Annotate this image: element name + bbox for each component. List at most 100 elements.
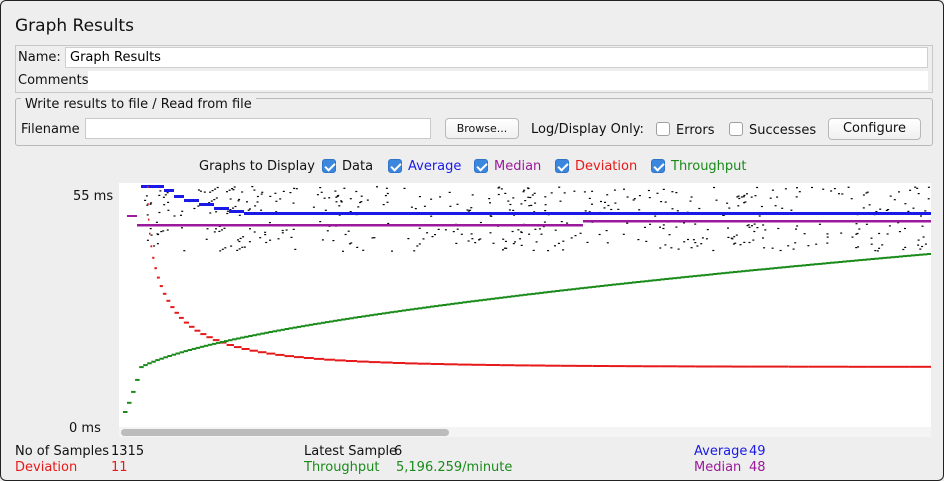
throughput-line-segment <box>801 264 807 267</box>
data-point <box>898 231 901 233</box>
comments-field[interactable] <box>88 71 928 90</box>
data-point <box>181 227 183 229</box>
throughput-checkbox[interactable] <box>651 159 665 173</box>
throughput-line-segment <box>716 272 722 275</box>
throughput-line-segment <box>692 275 698 278</box>
data-point <box>744 201 747 203</box>
data-point <box>512 197 515 199</box>
deviation-line-segment <box>592 365 610 367</box>
throughput-line-segment <box>660 278 665 281</box>
throughput-line-segment <box>405 308 411 311</box>
data-point <box>689 200 692 202</box>
throughput-line-segment <box>632 281 637 284</box>
average-line-segment <box>199 203 214 206</box>
throughput-line-segment <box>401 309 407 312</box>
data-point <box>917 239 920 241</box>
deviation-line-segment <box>500 364 515 367</box>
throughput-line-segment <box>809 263 815 266</box>
deviation-line-segment <box>257 351 267 354</box>
throughput-line-segment <box>341 318 346 321</box>
data-point <box>156 243 159 245</box>
data-point <box>694 223 697 225</box>
throughput-line-segment <box>434 305 439 308</box>
data-point <box>815 243 818 245</box>
data-point <box>215 197 218 199</box>
data-point <box>155 221 158 223</box>
data-point <box>197 189 200 191</box>
throughput-line-segment <box>244 335 249 338</box>
throughput-line-segment <box>474 299 479 302</box>
data-point <box>675 192 678 194</box>
data-point <box>260 193 263 195</box>
data-point <box>489 215 492 217</box>
filename-input[interactable] <box>85 118 431 139</box>
data-point <box>740 196 743 198</box>
deviation-line-segment <box>713 365 732 368</box>
data-point <box>734 242 737 244</box>
data-point <box>530 204 533 206</box>
data-point <box>238 198 241 201</box>
data-point <box>807 245 810 247</box>
throughput-line-segment <box>175 352 180 355</box>
data-point <box>183 250 186 252</box>
data-point <box>858 228 861 230</box>
data-point <box>371 237 374 239</box>
data-point <box>921 245 924 248</box>
deviation-line-segment <box>485 364 500 366</box>
name-field[interactable] <box>65 47 928 68</box>
data-point <box>562 240 565 242</box>
data-point <box>467 240 470 242</box>
data-point <box>656 192 659 194</box>
deviation-line-segment <box>731 365 751 368</box>
throughput-line-segment <box>167 355 172 357</box>
data-point <box>840 232 843 234</box>
data-point <box>584 210 587 212</box>
throughput-line-segment <box>288 327 294 330</box>
deviation-line-segment <box>206 336 213 339</box>
data-point <box>676 210 679 212</box>
throughput-line-segment <box>886 256 892 259</box>
throughput-line-segment <box>304 324 310 327</box>
throughput-line-segment <box>514 294 520 297</box>
average-checkbox[interactable] <box>388 159 402 173</box>
data-point <box>647 189 650 192</box>
browse-button[interactable]: Browse... <box>445 118 519 139</box>
data-point <box>830 190 833 192</box>
data-point <box>517 229 520 231</box>
throughput-line-segment <box>813 263 819 266</box>
data-point <box>224 247 227 249</box>
throughput-line-segment <box>712 273 718 275</box>
deviation-line-segment <box>889 365 910 368</box>
throughput-stat-label: Throughput <box>304 460 380 475</box>
data-point <box>430 215 433 217</box>
data-point <box>321 239 324 241</box>
data-point <box>334 190 337 192</box>
throughput-line-segment <box>220 341 225 343</box>
filename-label: Filename <box>21 122 80 137</box>
data-point <box>423 205 426 207</box>
deviation-line-segment <box>162 292 167 295</box>
data-checkbox[interactable] <box>322 159 336 173</box>
deviation-line-segment <box>405 362 418 365</box>
throughput-line-segment <box>143 364 148 367</box>
data-point <box>384 195 387 197</box>
data-point <box>878 247 881 249</box>
successes-checkbox[interactable] <box>729 122 743 136</box>
data-point <box>533 192 536 194</box>
median-checkbox[interactable] <box>474 159 488 173</box>
deviation-line-segment <box>625 365 643 368</box>
data-point <box>470 207 473 209</box>
errors-checkbox[interactable] <box>656 122 670 136</box>
throughput-line-segment <box>506 295 512 298</box>
configure-button[interactable]: Configure <box>828 118 921 140</box>
data-point <box>500 188 503 190</box>
data-point <box>214 188 217 190</box>
deviation-checkbox[interactable] <box>555 159 569 173</box>
throughput-line-segment <box>910 254 916 257</box>
deviation-line-segment <box>695 365 714 368</box>
throughput-line-segment <box>377 313 382 315</box>
scrollbar-thumb[interactable] <box>121 429 449 436</box>
data-point <box>847 186 850 188</box>
horizontal-scrollbar[interactable] <box>119 427 931 437</box>
deviation-line-segment <box>417 362 431 365</box>
